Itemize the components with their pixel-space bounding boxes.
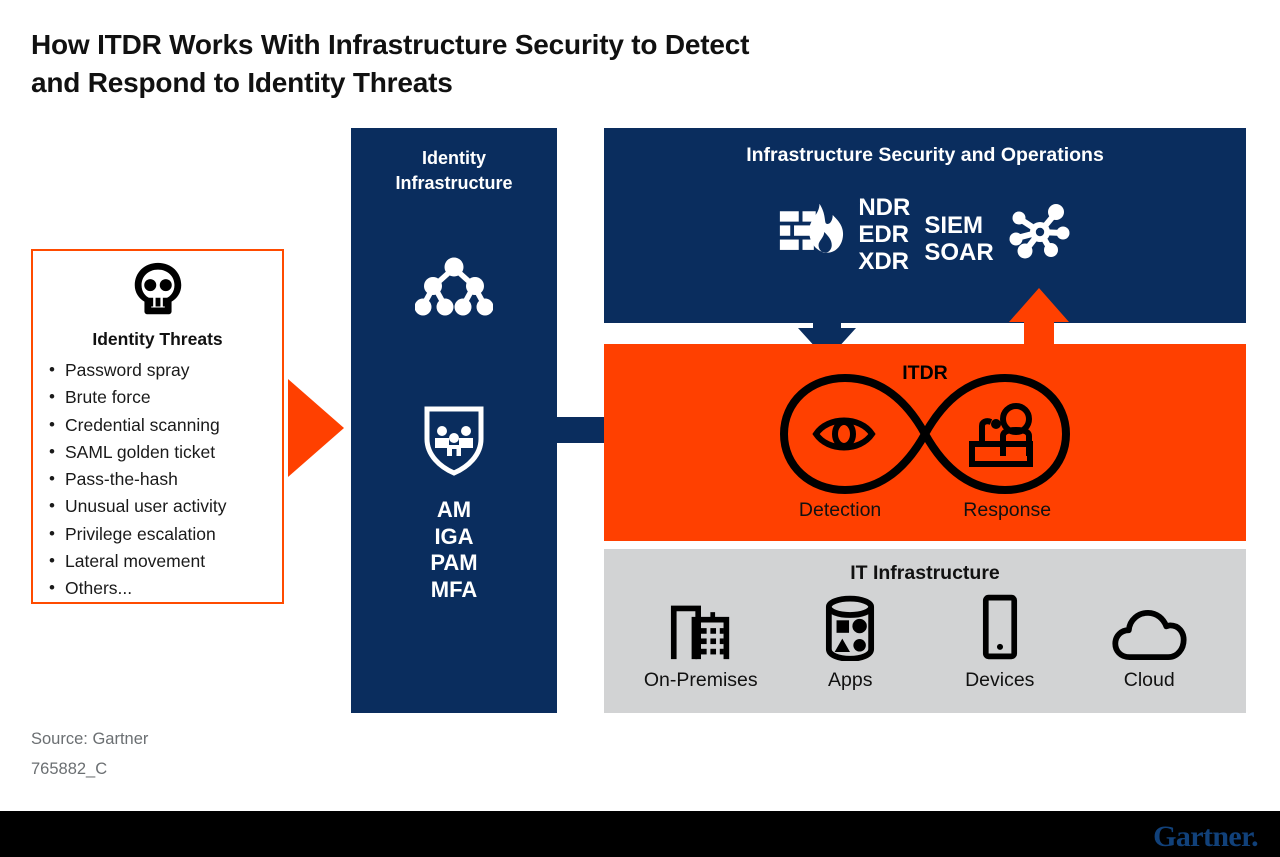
eye-icon (812, 417, 876, 451)
infra-item-cloud: Cloud (1075, 593, 1225, 692)
acronym-siem: SIEM (924, 211, 984, 239)
itdr-infinity-diagram (604, 364, 1246, 504)
list-item: Privilege escalation (47, 520, 274, 548)
infrastructure-security-title: Infrastructure Security and Operations (746, 144, 1104, 166)
identity-threats-box: Identity Threats Password spray Brute fo… (31, 249, 284, 604)
infra-item-apps: Apps (776, 593, 926, 692)
acronym-mfa: MFA (430, 576, 478, 602)
list-item: Unusual user activity (47, 492, 274, 520)
buildings-icon (669, 593, 733, 661)
document-id: 765882_C (31, 760, 108, 778)
person-at-desk-icon (969, 403, 1033, 467)
identity-acronyms-list: AM IGA PAM MFA (351, 497, 557, 603)
list-item: Brute force (47, 383, 274, 411)
acronyms-ndr-edr-xdr: NDR EDR XDR (858, 194, 910, 275)
response-caption: Response (963, 499, 1052, 521)
infrastructure-security-icons-row: NDR EDR XDR SIEM SOAR (604, 194, 1246, 275)
acronym-pam: PAM (430, 550, 478, 575)
it-infrastructure-panel: IT Infrastructure On-Premises Apps Devic… (604, 549, 1246, 713)
orange-triangle-arrow (288, 379, 344, 477)
identity-threats-heading: Identity Threats (92, 329, 223, 349)
identity-infrastructure-title: Identity Infrastructure (351, 146, 557, 196)
list-item: Password spray (47, 356, 274, 384)
shield-people-icon (351, 405, 557, 477)
acronym-ndr: NDR (858, 194, 911, 221)
acronym-xdr: XDR (858, 248, 909, 275)
acronyms-siem-soar: SIEM SOAR (924, 204, 993, 266)
infrastructure-security-panel: Infrastructure Security and Operations N… (604, 128, 1246, 323)
acronym-iga: IGA (434, 523, 474, 549)
source-label: Source: Gartner (31, 730, 149, 748)
infra-item-on-premises: On-Premises (626, 593, 776, 692)
acronym-soar: SOAR (924, 238, 994, 266)
identity-title-line-1: Identity (421, 148, 486, 168)
infra-label: On-Premises (643, 669, 758, 691)
list-item: Lateral movement (47, 547, 274, 575)
database-shapes-icon (825, 593, 875, 661)
page-title-line-2: and Respond to Identity Threats (31, 67, 453, 99)
gartner-logo: Gartner. (1153, 820, 1259, 853)
it-infrastructure-items-row: On-Premises Apps Devices Cloud (626, 593, 1224, 692)
list-item: Others... (47, 574, 274, 602)
infra-label: Cloud (1123, 669, 1175, 691)
mobile-phone-icon (982, 593, 1018, 661)
acronym-am: AM (436, 497, 472, 522)
acronym-edr: EDR (858, 221, 909, 248)
firewall-flame-icon (778, 201, 844, 268)
infra-label: Apps (828, 669, 873, 691)
footer-bar: Gartner. (0, 811, 1280, 857)
detection-caption: Detection (798, 499, 882, 521)
infra-label: Devices (965, 669, 1035, 691)
list-item: SAML golden ticket (47, 438, 274, 466)
itdr-captions-row: Detection Response (604, 499, 1246, 522)
list-item: Credential scanning (47, 411, 274, 439)
it-infrastructure-title: IT Infrastructure (850, 562, 1000, 584)
itdr-panel: ITDR Detection Response (604, 344, 1246, 541)
identity-threats-list: Password spray Brute force Credential sc… (47, 356, 274, 603)
tree-network-icon (351, 256, 557, 318)
infra-item-devices: Devices (925, 593, 1075, 692)
skull-icon (33, 259, 282, 321)
cloud-icon (1111, 593, 1187, 661)
identity-infrastructure-panel: Identity Infrastructure AM IGA PAM MFA (351, 128, 557, 713)
page-title-line-1: How ITDR Works With Infrastructure Secur… (31, 29, 750, 60)
list-item: Pass-the-hash (47, 465, 274, 493)
network-hub-icon (1008, 200, 1072, 269)
page-title: How ITDR Works With Infrastructure Secur… (31, 26, 931, 102)
identity-title-line-2: Infrastructure (395, 173, 513, 193)
